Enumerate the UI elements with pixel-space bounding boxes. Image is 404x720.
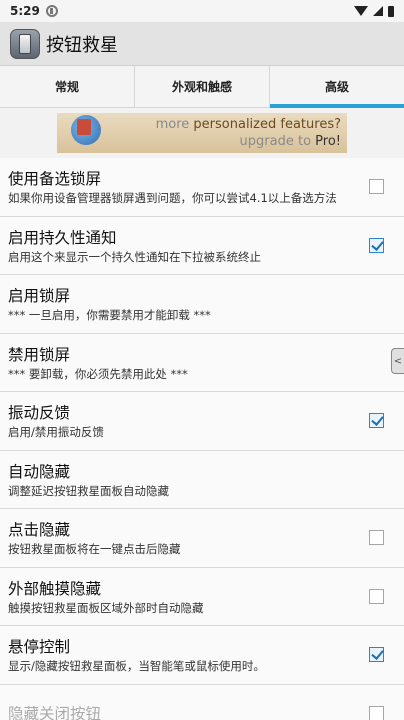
banner-area: more personalized features? upgrade to P… <box>0 108 404 158</box>
setting-alt-lockscreen[interactable]: 使用备选锁屏 如果你用设备管理器锁屏遇到问题，你可以尝试4.1以上备选方法 <box>0 158 404 217</box>
tab-general[interactable]: 常规 <box>0 66 135 107</box>
setting-summary: 启用这个来显示一个持久性通知在下拉被系统终止 <box>8 249 261 264</box>
banner-line2-strong: Pro! <box>315 134 341 149</box>
setting-checkbox[interactable] <box>369 588 384 604</box>
setting-summary: *** 要卸载，你必须先禁用此处 *** <box>8 366 188 381</box>
setting-summary: 如果你用设备管理器锁屏遇到问题，你可以尝试4.1以上备选方法 <box>8 191 337 206</box>
tab-appearance[interactable]: 外观和触感 <box>135 66 270 107</box>
wifi-icon <box>354 6 368 16</box>
setting-title: 振动反馈 <box>8 404 71 423</box>
sync-icon <box>45 5 58 17</box>
setting-outside-touch-hide[interactable]: 外部触摸隐藏 触摸按钮救星面板区域外部时自动隐藏 <box>0 567 404 626</box>
signal-icon <box>373 6 383 16</box>
setting-vibration-feedback[interactable]: 振动反馈 启用/禁用振动反馈 <box>0 392 404 451</box>
settings-list: 使用备选锁屏 如果你用设备管理器锁屏遇到问题，你可以尝试4.1以上备选方法 启用… <box>0 158 404 720</box>
setting-title: 使用备选锁屏 <box>8 170 102 189</box>
setting-enable-lockscreen[interactable]: 启用锁屏 *** 一旦启用，你需要禁用才能卸载 *** <box>0 275 404 334</box>
tab-advanced[interactable]: 高级 <box>270 66 404 108</box>
banner-text: more personalized features? upgrade to P… <box>107 116 347 150</box>
setting-checkbox[interactable] <box>369 237 384 253</box>
setting-checkbox[interactable] <box>369 705 384 720</box>
setting-title: 点击隐藏 <box>8 521 71 540</box>
setting-summary: 启用/禁用振动反馈 <box>8 425 104 440</box>
setting-persistent-notification[interactable]: 启用持久性通知 启用这个来显示一个持久性通知在下拉被系统终止 <box>0 216 404 275</box>
banner-line1-strong: personalized features? <box>193 117 341 132</box>
app-bar: 按钮救星 <box>0 22 404 66</box>
setting-summary: 调整延迟按钮救星面板自动隐藏 <box>8 483 169 498</box>
setting-title: 启用持久性通知 <box>8 228 117 247</box>
setting-checkbox[interactable] <box>369 647 384 663</box>
setting-title: 外部触摸隐藏 <box>8 579 102 598</box>
setting-hide-close-button[interactable]: 隐藏关闭按钮 <box>0 684 404 720</box>
setting-checkbox[interactable] <box>369 413 384 429</box>
setting-summary: 显示/隐藏按钮救星面板，当智能笔或鼠标使用时。 <box>8 659 265 674</box>
app-title: 按钮救星 <box>46 34 118 56</box>
tab-bar: 常规 外观和触感 高级 <box>0 66 404 108</box>
pro-logo-icon <box>57 113 107 153</box>
banner-line1-prefix: more <box>155 117 194 132</box>
setting-title: 自动隐藏 <box>8 462 71 481</box>
setting-title: 隐藏关闭按钮 <box>8 705 102 720</box>
status-bar: 5:29 <box>0 0 404 22</box>
chevron-left-icon: < <box>393 355 403 367</box>
setting-tap-hide[interactable]: 点击隐藏 按钮救星面板将在一键点击后隐藏 <box>0 509 404 568</box>
setting-checkbox[interactable] <box>369 530 384 546</box>
status-time: 5:29 <box>10 4 40 18</box>
app-logo-icon <box>10 28 40 59</box>
setting-title: 悬停控制 <box>8 638 71 657</box>
upgrade-banner[interactable]: more personalized features? upgrade to P… <box>57 113 347 153</box>
setting-summary: 触摸按钮救星面板区域外部时自动隐藏 <box>8 600 204 615</box>
setting-summary: *** 一旦启用，你需要禁用才能卸载 *** <box>8 308 211 323</box>
setting-checkbox[interactable] <box>369 179 384 195</box>
banner-line2-prefix: upgrade to <box>239 134 316 149</box>
setting-hover-control[interactable]: 悬停控制 显示/隐藏按钮救星面板，当智能笔或鼠标使用时。 <box>0 626 404 685</box>
battery-icon <box>388 5 394 17</box>
setting-title: 禁用锁屏 <box>8 345 71 364</box>
setting-disable-lockscreen[interactable]: 禁用锁屏 *** 要卸载，你必须先禁用此处 *** <box>0 333 404 392</box>
setting-title: 启用锁屏 <box>8 287 71 306</box>
setting-auto-hide[interactable]: 自动隐藏 调整延迟按钮救星面板自动隐藏 <box>0 450 404 509</box>
setting-summary: 按钮救星面板将在一键点击后隐藏 <box>8 542 181 557</box>
floating-panel-handle[interactable]: < <box>391 348 404 374</box>
